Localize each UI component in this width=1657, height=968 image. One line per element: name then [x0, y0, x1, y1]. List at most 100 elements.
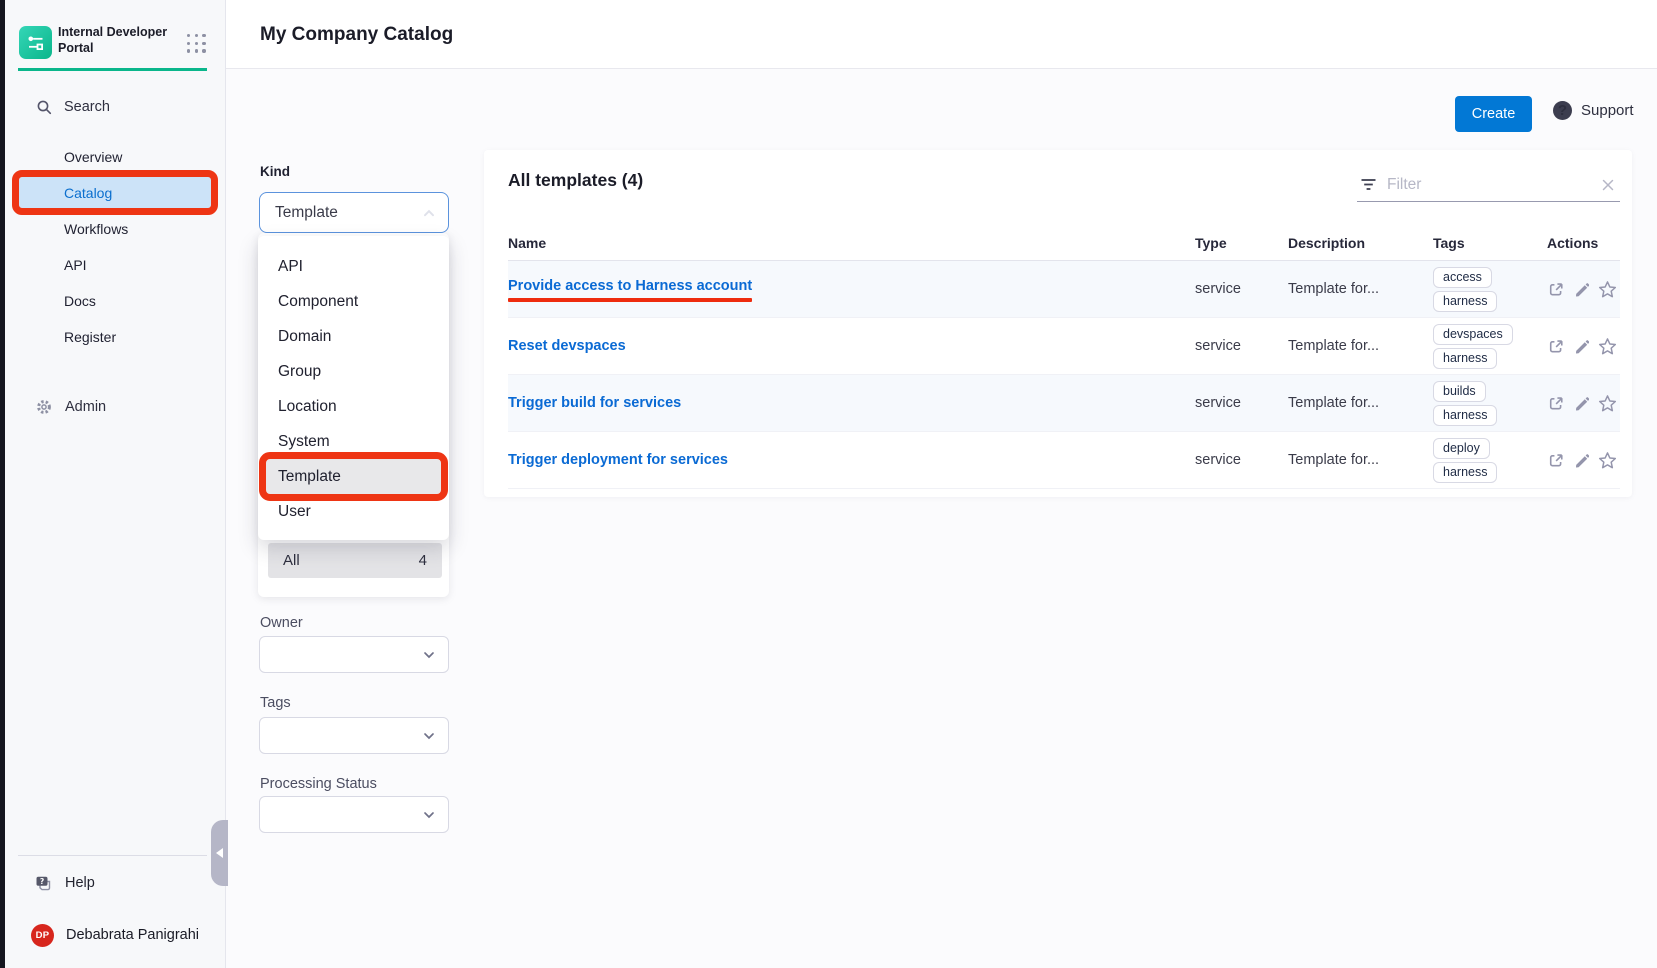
sidebar-search[interactable]: Search — [5, 92, 225, 122]
kind-option-label: System — [278, 433, 330, 451]
support-button[interactable]: ? Support — [1544, 100, 1634, 120]
template-description-cell: Template for... — [1288, 395, 1433, 411]
support-label: Support — [1581, 102, 1634, 119]
template-name-link[interactable]: Reset devspaces — [508, 338, 626, 354]
kind-option-api[interactable]: API — [266, 249, 441, 284]
kind-option-label: User — [278, 503, 311, 521]
sidebar-collapse-handle[interactable] — [211, 820, 228, 886]
apps-grid-icon[interactable] — [187, 34, 207, 54]
sidebar-item-label: Overview — [64, 149, 122, 165]
kind-all-count: 4 — [419, 552, 427, 569]
sidebar-item-catalog[interactable]: Catalog — [19, 177, 211, 208]
filter-icon — [1360, 176, 1377, 193]
kind-option-label: Template — [278, 468, 341, 486]
create-button[interactable]: Create — [1455, 96, 1532, 132]
kind-option-user[interactable]: User — [266, 494, 441, 529]
sidebar-item-label: Catalog — [64, 185, 112, 201]
table-row: Trigger deployment for servicesserviceTe… — [508, 432, 1620, 489]
sidebar-item-docs[interactable]: Docs — [19, 285, 211, 316]
edit-pencil-icon[interactable] — [1573, 452, 1589, 468]
star-icon[interactable] — [1598, 337, 1617, 356]
table-filter — [1357, 168, 1620, 202]
open-in-new-icon[interactable] — [1547, 395, 1564, 412]
open-in-new-icon[interactable] — [1547, 338, 1564, 355]
table-header-row: Name Type Description Tags Actions — [508, 225, 1620, 261]
sidebar-item-label: Workflows — [64, 221, 128, 237]
edit-pencil-icon[interactable] — [1573, 281, 1589, 297]
star-icon[interactable] — [1598, 394, 1617, 413]
column-header-type: Type — [1195, 235, 1288, 251]
column-header-actions: Actions — [1547, 235, 1620, 251]
template-type-cell: service — [1195, 452, 1288, 468]
tag-chip: harness — [1433, 462, 1497, 483]
sidebar-bottom-divider — [18, 855, 207, 856]
sidebar-item-help[interactable]: ? Help — [5, 869, 225, 897]
open-in-new-icon[interactable] — [1547, 281, 1564, 298]
help-label: Help — [65, 875, 95, 891]
star-icon[interactable] — [1598, 280, 1617, 299]
template-name-cell: Trigger deployment for services — [508, 451, 1195, 469]
admin-label: Admin — [65, 399, 106, 415]
open-in-new-icon[interactable] — [1547, 452, 1564, 469]
kind-option-component[interactable]: Component — [266, 284, 441, 319]
table-filter-input[interactable] — [1387, 176, 1600, 194]
gear-icon — [35, 398, 53, 416]
template-name-link[interactable]: Provide access to Harness account — [508, 278, 752, 302]
template-tags-cell: deployharness — [1433, 438, 1547, 483]
kind-option-template[interactable]: Template — [266, 459, 441, 494]
sidebar-user[interactable]: DP Debabrata Panigrahi — [5, 922, 225, 948]
templates-table-card: All templates (4) Name Type Description … — [484, 150, 1632, 497]
sidebar-item-overview[interactable]: Overview — [19, 141, 211, 172]
template-actions-cell — [1547, 280, 1620, 299]
template-name-link[interactable]: Trigger deployment for services — [508, 452, 728, 468]
kind-select[interactable]: Template — [259, 192, 449, 233]
tag-chip: builds — [1433, 381, 1486, 402]
star-icon[interactable] — [1598, 451, 1617, 470]
kind-all-row[interactable]: All 4 — [268, 543, 442, 578]
table-row: Trigger build for services serviceTemplat… — [508, 375, 1620, 432]
edit-pencil-icon[interactable] — [1573, 395, 1589, 411]
owner-label: Owner — [260, 615, 303, 631]
template-type-cell: service — [1195, 395, 1288, 411]
template-name-link[interactable]: Trigger build for services — [508, 395, 681, 411]
edit-pencil-icon[interactable] — [1573, 338, 1589, 354]
sidebar: Internal Developer Portal Search Overvie… — [5, 0, 226, 968]
template-description-cell: Template for... — [1288, 281, 1433, 297]
template-actions-cell — [1547, 337, 1620, 356]
template-description-cell: Template for... — [1288, 338, 1433, 354]
help-chat-icon: ? — [34, 874, 53, 893]
processing-status-label: Processing Status — [260, 776, 377, 792]
app-window: Internal Developer Portal Search Overvie… — [0, 0, 1657, 968]
sidebar-item-label: API — [64, 257, 87, 273]
chevron-up-icon — [421, 205, 437, 221]
column-header-description: Description — [1288, 235, 1433, 251]
tags-select[interactable] — [259, 717, 449, 754]
sidebar-item-register[interactable]: Register — [19, 321, 211, 352]
table-body: Provide access to Harness account service… — [508, 261, 1620, 489]
kind-option-system[interactable]: System — [266, 424, 441, 459]
kind-dropdown: APIComponentDomainGroupLocation System Tem… — [258, 236, 449, 540]
sidebar-item-admin[interactable]: Admin — [5, 391, 225, 422]
svg-text:?: ? — [40, 876, 44, 885]
table-row: Reset devspacesserviceTemplate for...dev… — [508, 318, 1620, 375]
tag-chip: devspaces — [1433, 324, 1513, 345]
sidebar-item-workflows[interactable]: Workflows — [19, 213, 211, 244]
kind-all-label: All — [283, 552, 419, 569]
app-logo-icon — [19, 26, 52, 59]
kind-option-group[interactable]: Group — [266, 354, 441, 389]
owner-select[interactable] — [259, 636, 449, 673]
template-name-cell: Reset devspaces — [508, 337, 1195, 355]
kind-option-location[interactable]: Location — [266, 389, 441, 424]
page-title: My Company Catalog — [260, 24, 453, 46]
template-actions-cell — [1547, 394, 1620, 413]
tags-label: Tags — [260, 695, 291, 711]
tag-chip: access — [1433, 267, 1492, 288]
brand-row: Internal Developer Portal — [5, 0, 225, 70]
clear-filter-icon[interactable] — [1600, 177, 1616, 193]
sidebar-item-label: Register — [64, 329, 116, 345]
kind-option-domain[interactable]: Domain — [266, 319, 441, 354]
template-tags-cell: buildsharness — [1433, 381, 1547, 426]
processing-status-select[interactable] — [259, 796, 449, 833]
search-label: Search — [64, 99, 110, 115]
sidebar-item-api[interactable]: API — [19, 249, 211, 280]
